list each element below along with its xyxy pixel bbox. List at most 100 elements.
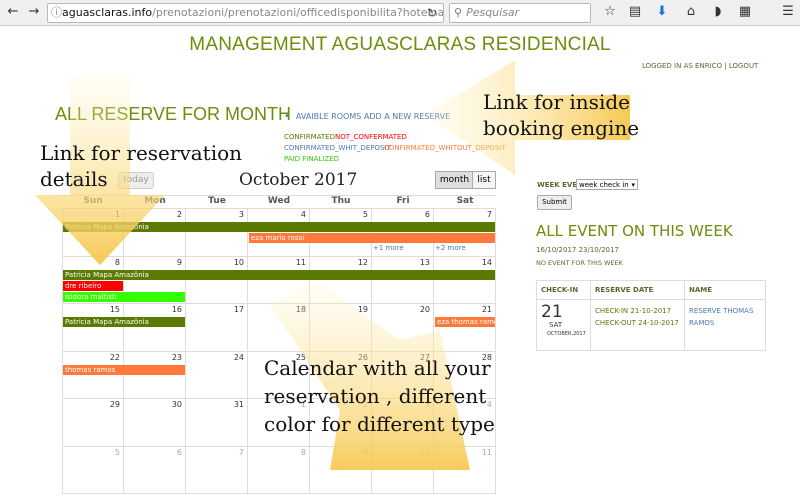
annotation-calendar-line1: Calendar with all your [264, 356, 491, 380]
calendar-day-cell[interactable]: 7 [186, 446, 248, 494]
home-icon[interactable]: ⌂ [683, 4, 699, 19]
calendar-day-cell[interactable]: 8 [248, 446, 310, 494]
calendar-day-cell[interactable]: 9 [310, 446, 372, 494]
extension-icon[interactable]: ▦ [737, 4, 753, 19]
calendar-day-cell[interactable]: 21 [434, 304, 496, 352]
day-number: 20 [419, 305, 430, 314]
no-event-text: NO EVENT FOR THIS WEEK [536, 259, 623, 267]
checkin-cell: 21 SAT OCTOBER,2017 [536, 299, 591, 351]
reservation-event[interactable]: Patricia Mapa Amazônia [63, 317, 185, 327]
forward-icon[interactable]: → [25, 3, 43, 21]
reservation-event[interactable]: eza thomas ramo [435, 317, 495, 327]
day-number: 14 [481, 257, 492, 267]
day-number: 13 [419, 257, 430, 267]
more-events-link[interactable]: +1 more [373, 244, 404, 252]
calendar-day-cell[interactable]: 18 [248, 304, 310, 352]
annotation-calendar-line2: reservation , different [264, 384, 487, 408]
reservation-event[interactable]: dre ribeiro [63, 280, 123, 291]
reserve-name-line1[interactable]: RESERVE THOMAS [689, 307, 761, 315]
calendar-day-cell[interactable]: 11 [434, 446, 496, 494]
menu-icon[interactable]: ☰ [780, 4, 796, 19]
calendar-day-cell[interactable]: 19 [310, 304, 372, 352]
name-cell[interactable]: RESERVE THOMAS RAMOS [684, 299, 766, 351]
reservation-event[interactable]: isidora maltisti [63, 291, 185, 302]
reading-list-icon[interactable]: ▤ [627, 4, 643, 19]
browser-toolbar: ← → ⓘ aguasclaras.info/prenotazioni/pren… [0, 0, 800, 26]
table-row: 21 SAT OCTOBER,2017 CHECK-IN 21-10-2017 … [536, 299, 766, 351]
day-number: 10 [233, 257, 244, 267]
reservation-event[interactable]: Patricia Mapa Amazônia [63, 222, 495, 232]
download-icon[interactable]: ⬇ [654, 4, 670, 19]
calendar-day-cell[interactable]: 15 [62, 304, 124, 352]
calendar-day-cell[interactable]: 17 [186, 304, 248, 352]
separator: | [724, 62, 727, 70]
reservation-event[interactable]: Patricia Mapa Amazônia [63, 269, 495, 280]
calendar-day-cell[interactable]: 23 [124, 351, 186, 399]
calendar-day-cell[interactable]: 11 [248, 256, 310, 304]
day-number: 6 [176, 447, 182, 457]
reload-icon[interactable]: ↻ [427, 4, 437, 22]
calendar-day-cell[interactable]: 30 [124, 399, 186, 447]
month-heading: ALL RESERVE FOR MONTH [55, 104, 292, 124]
day-number: 5 [362, 210, 368, 219]
day-number: 8 [114, 257, 120, 267]
more-events-link[interactable]: +2 more [435, 244, 466, 252]
search-icon: ⚲ [454, 6, 463, 19]
legend-without-deposit: CONFIRMATED_WHITOUT_DEPOSIT [384, 144, 506, 152]
day-number: 9 [176, 257, 182, 267]
day-number: 15 [109, 305, 120, 314]
legend-confirmed: CONFIRMATED [284, 133, 335, 141]
reservation-event[interactable]: eza mario rossi [249, 233, 495, 243]
login-status: LOGGED IN AS ENRICO | LOGOUT [642, 62, 758, 70]
checkout-date: CHECK-OUT 24-10-2017 [595, 319, 679, 327]
url-host: aguasclaras.info [62, 6, 153, 19]
calendar-day-cell[interactable]: 3 [186, 209, 248, 257]
list-view-button[interactable]: list [472, 171, 496, 189]
weekday-header: Thu [310, 196, 372, 209]
day-number: 12 [357, 257, 368, 267]
day-number: 18 [295, 305, 306, 314]
submit-button[interactable]: Submit [537, 195, 572, 210]
checkin-weekday: SAT [549, 321, 563, 329]
calendar-day-cell[interactable]: 1 [62, 209, 124, 257]
day-number: 1 [114, 210, 120, 219]
legend-not-confirmed: NOT_CONFERMATED [335, 133, 407, 141]
calendar-day-cell[interactable]: 29 [62, 399, 124, 447]
calendar-day-cell[interactable]: 12 [310, 256, 372, 304]
calendar-day-cell[interactable]: 10 [372, 446, 434, 494]
weekday-header: Fri [372, 196, 434, 209]
col-checkin: CHECK-IN [536, 280, 591, 300]
logout-link[interactable]: LOGOUT [729, 62, 759, 70]
calendar-day-cell[interactable]: 2 [124, 209, 186, 257]
address-bar[interactable]: ⓘ aguasclaras.info/prenotazioni/prenotaz… [47, 3, 444, 23]
annotation-booking-engine-line2: booking engine [483, 116, 640, 140]
weekday-header: Sat [434, 196, 496, 209]
calendar-day-cell[interactable]: 10 [186, 256, 248, 304]
day-number: 11 [481, 447, 492, 457]
search-input[interactable]: ⚲ Pesquisar [449, 3, 591, 23]
calendar-day-cell[interactable]: 14 [434, 256, 496, 304]
week-event-select[interactable]: week check in [576, 179, 638, 191]
day-number: 4 [300, 210, 306, 219]
reservation-event[interactable]: thomas ramos [63, 364, 185, 375]
annotation-reservation-details: Link for reservation details [40, 140, 242, 192]
calendar-day-cell[interactable]: 20 [372, 304, 434, 352]
day-number: 16 [171, 305, 182, 314]
calendar-day-cell[interactable]: 16 [124, 304, 186, 352]
available-rooms-link[interactable]: AVAIBLE ROOMS ADD A NEW RESERVE [284, 111, 450, 122]
bookmark-star-icon[interactable]: ☆ [602, 4, 618, 19]
calendar-day-cell[interactable]: 31 [186, 399, 248, 447]
annotation-calendar: Calendar with all your reservation , dif… [264, 354, 495, 438]
weekday-header: Tue [186, 196, 248, 209]
back-icon[interactable]: ← [4, 3, 22, 21]
day-number: 23 [171, 352, 182, 362]
calendar-day-cell[interactable]: 22 [62, 351, 124, 399]
calendar-day-cell[interactable]: 13 [372, 256, 434, 304]
pocket-icon[interactable]: ◗ [710, 4, 726, 19]
reserve-name-line2[interactable]: RAMOS [689, 319, 761, 327]
month-view-button[interactable]: month [435, 171, 474, 189]
calendar-day-cell[interactable]: 6 [124, 446, 186, 494]
calendar-day-cell[interactable]: 24 [186, 351, 248, 399]
week-date-range: 16/10/2017 23/10/2017 [536, 246, 619, 254]
calendar-day-cell[interactable]: 5 [62, 446, 124, 494]
